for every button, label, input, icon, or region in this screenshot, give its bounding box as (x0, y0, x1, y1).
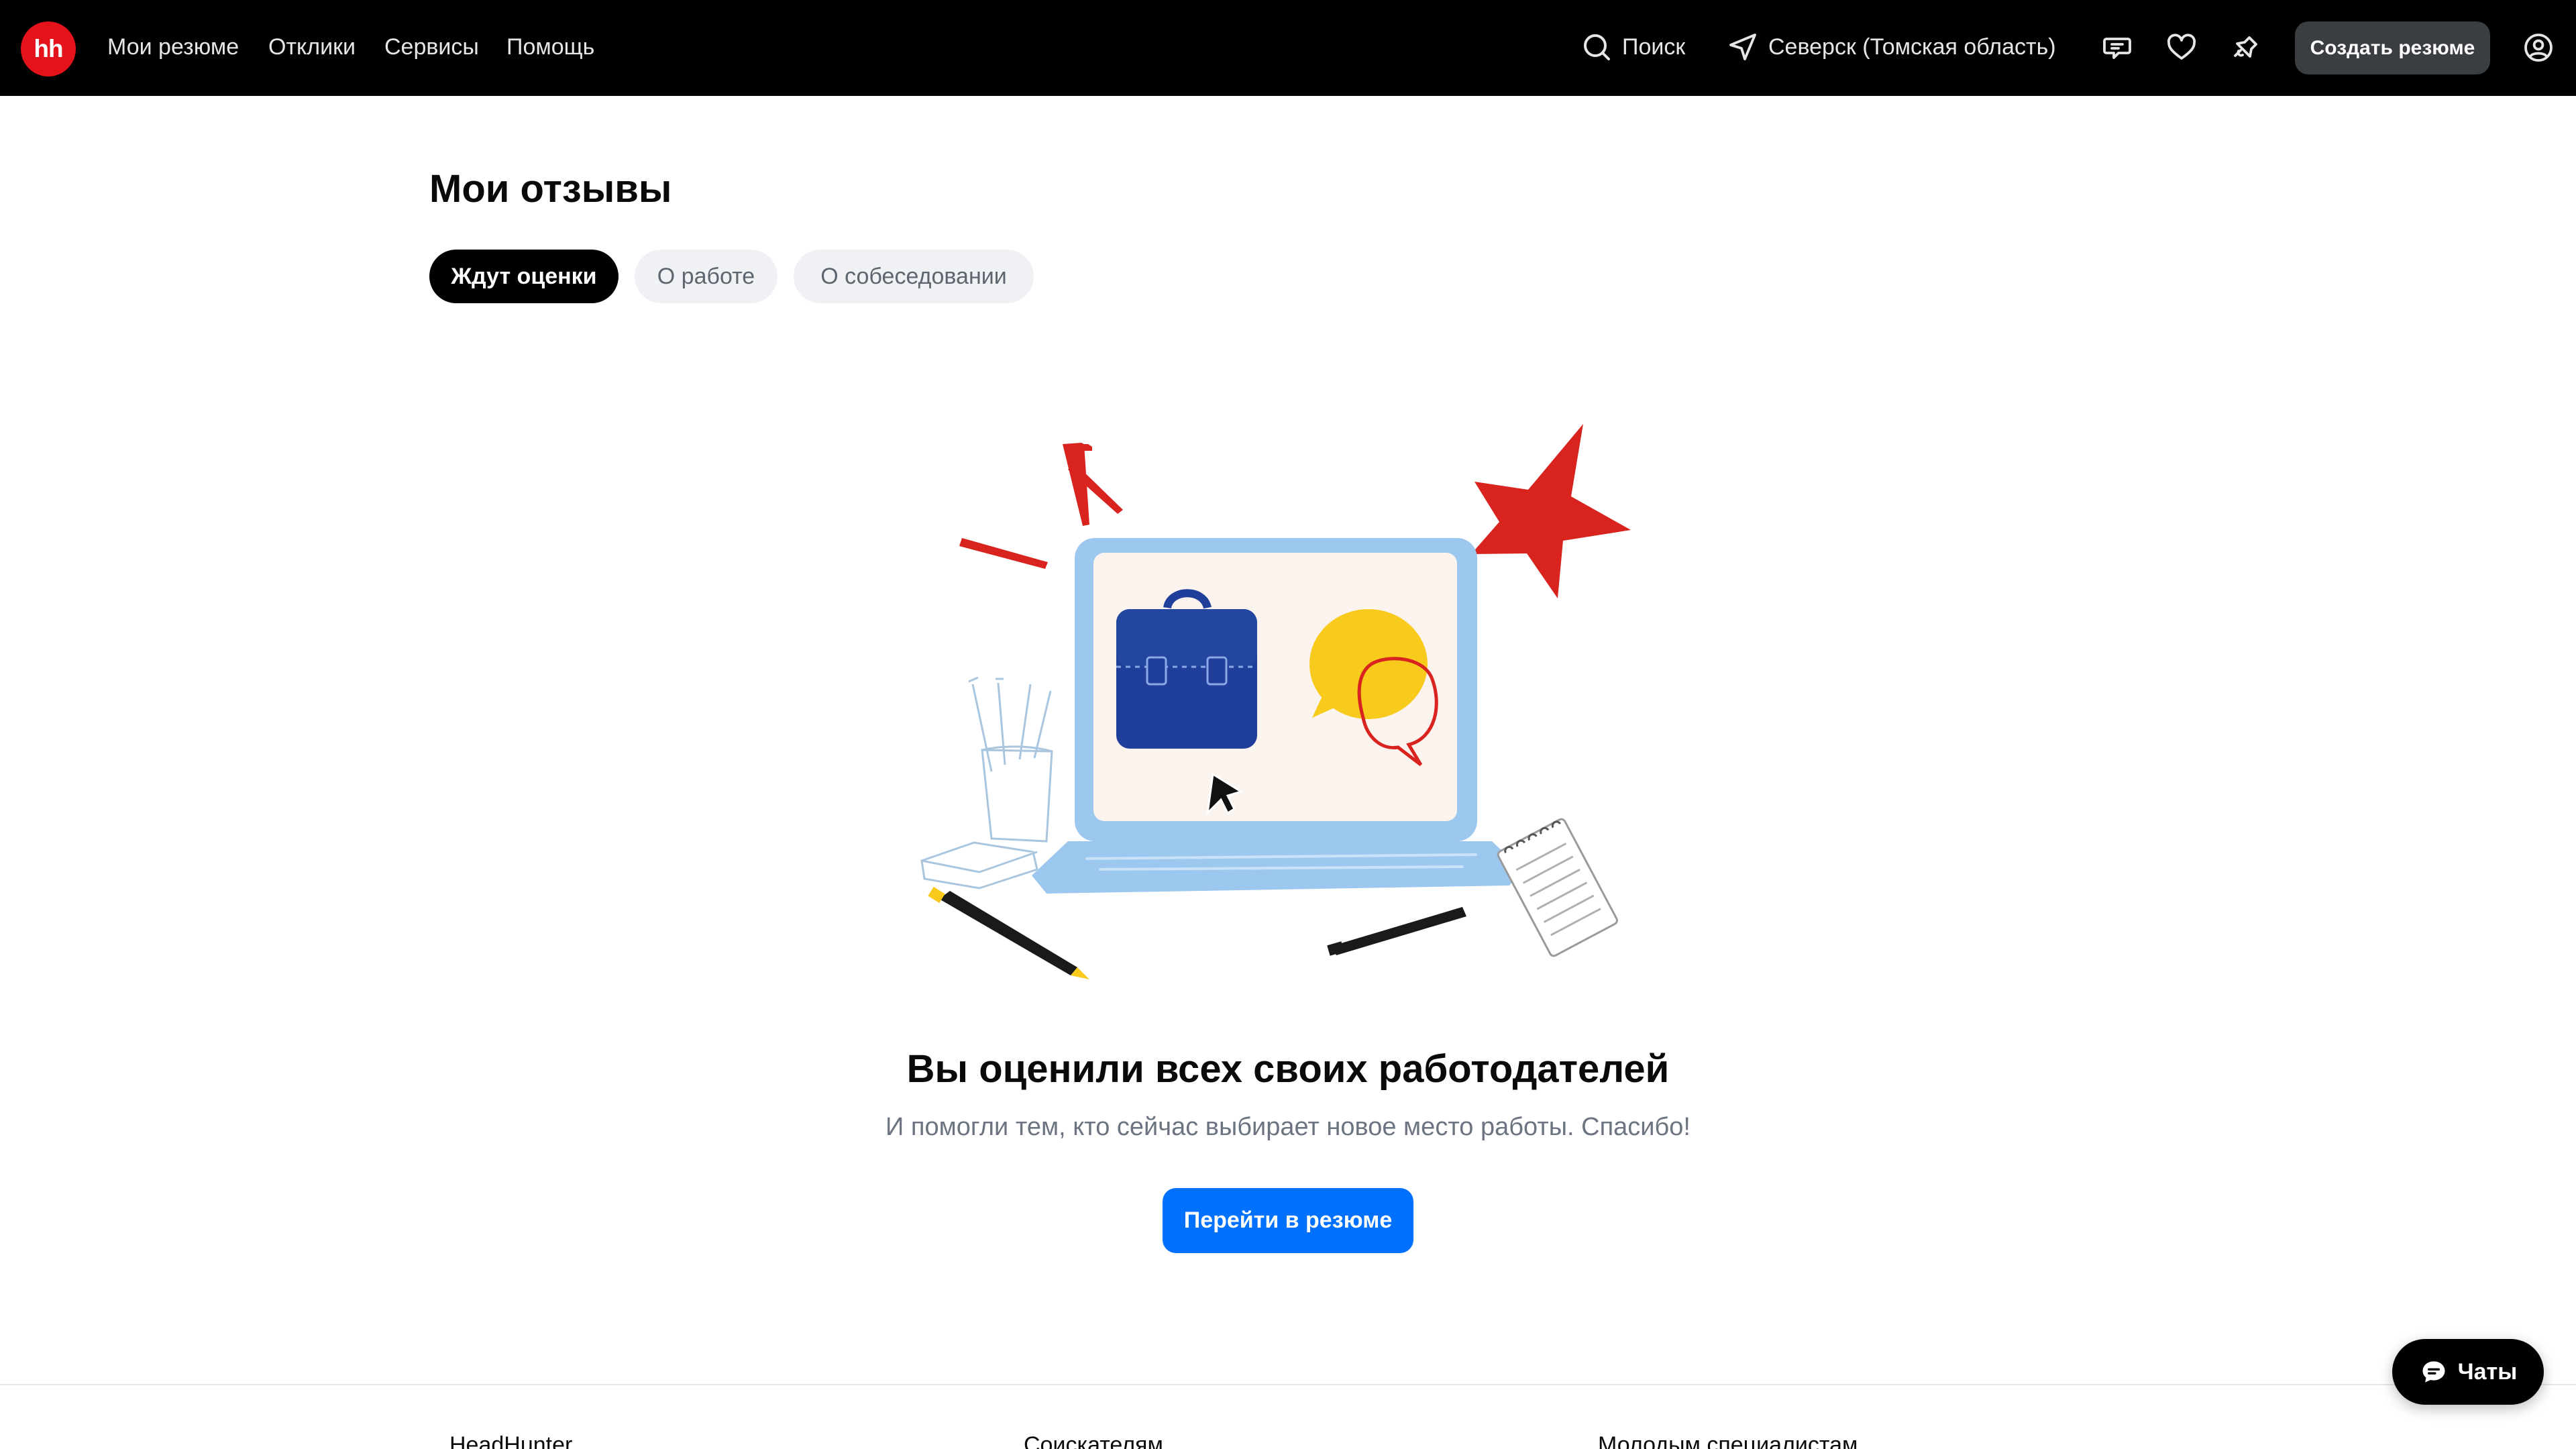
location-selector[interactable]: Северск (Томская область) (1727, 27, 2056, 67)
location-arrow-icon (1729, 34, 1756, 60)
tab-about-interview[interactable]: О собеседовании (794, 250, 1034, 303)
search-link[interactable]: Поиск (1580, 27, 1685, 67)
hh-logo[interactable]: hh (21, 21, 76, 76)
footer-divider (0, 1384, 2576, 1385)
heart-icon[interactable] (2164, 30, 2199, 65)
nav-my-resumes[interactable]: Мои резюме (107, 31, 239, 63)
search-label: Поиск (1622, 34, 1686, 60)
nav-services[interactable]: Сервисы (384, 31, 479, 63)
chats-label: Чаты (2457, 1358, 2518, 1385)
footer-young-specialists-link[interactable]: Молодым специалистам (1598, 1429, 1858, 1449)
empty-state-illustration (920, 424, 1631, 979)
star-shape (1471, 424, 1631, 598)
nav-help[interactable]: Помощь (506, 31, 594, 63)
user-icon[interactable] (2521, 30, 2556, 65)
page-title: Мои отзывы (429, 167, 672, 211)
empty-state-title: Вы оценили всех своих работодателей (906, 1047, 1670, 1091)
location-label: Северск (Томская область) (1768, 34, 2056, 60)
sticky-notes (920, 841, 1038, 890)
pencil-cup (968, 676, 1053, 843)
briefcase (1116, 589, 1257, 749)
create-resume-button[interactable]: Создать резюме (2295, 21, 2490, 74)
chat-bubble-icon[interactable] (2100, 30, 2135, 65)
chats-button[interactable]: Чаты (2392, 1339, 2544, 1405)
nav-responses[interactable]: Отклики (268, 31, 356, 63)
tab-awaiting-rating[interactable]: Ждут оценки (429, 250, 619, 303)
empty-state-subtitle: И помогли тем, кто сейчас выбирает новое… (885, 1113, 1690, 1141)
bell-icon[interactable] (2229, 30, 2263, 65)
tab-about-work[interactable]: О работе (635, 250, 777, 303)
go-to-resume-button[interactable]: Перейти в резюме (1163, 1188, 1413, 1253)
top-navigation-bar: hh Мои резюме Отклики Сервисы Помощь Пои… (0, 0, 2576, 96)
pen-left (928, 886, 1089, 979)
footer-headhunter-link[interactable]: HeadHunter (449, 1429, 572, 1449)
footer-job-seekers-link[interactable]: Соискателям (1024, 1429, 1163, 1449)
search-icon (1584, 34, 1610, 60)
pen-right (1327, 907, 1466, 956)
notepad (1497, 818, 1618, 957)
chat-icon (2422, 1361, 2445, 1383)
